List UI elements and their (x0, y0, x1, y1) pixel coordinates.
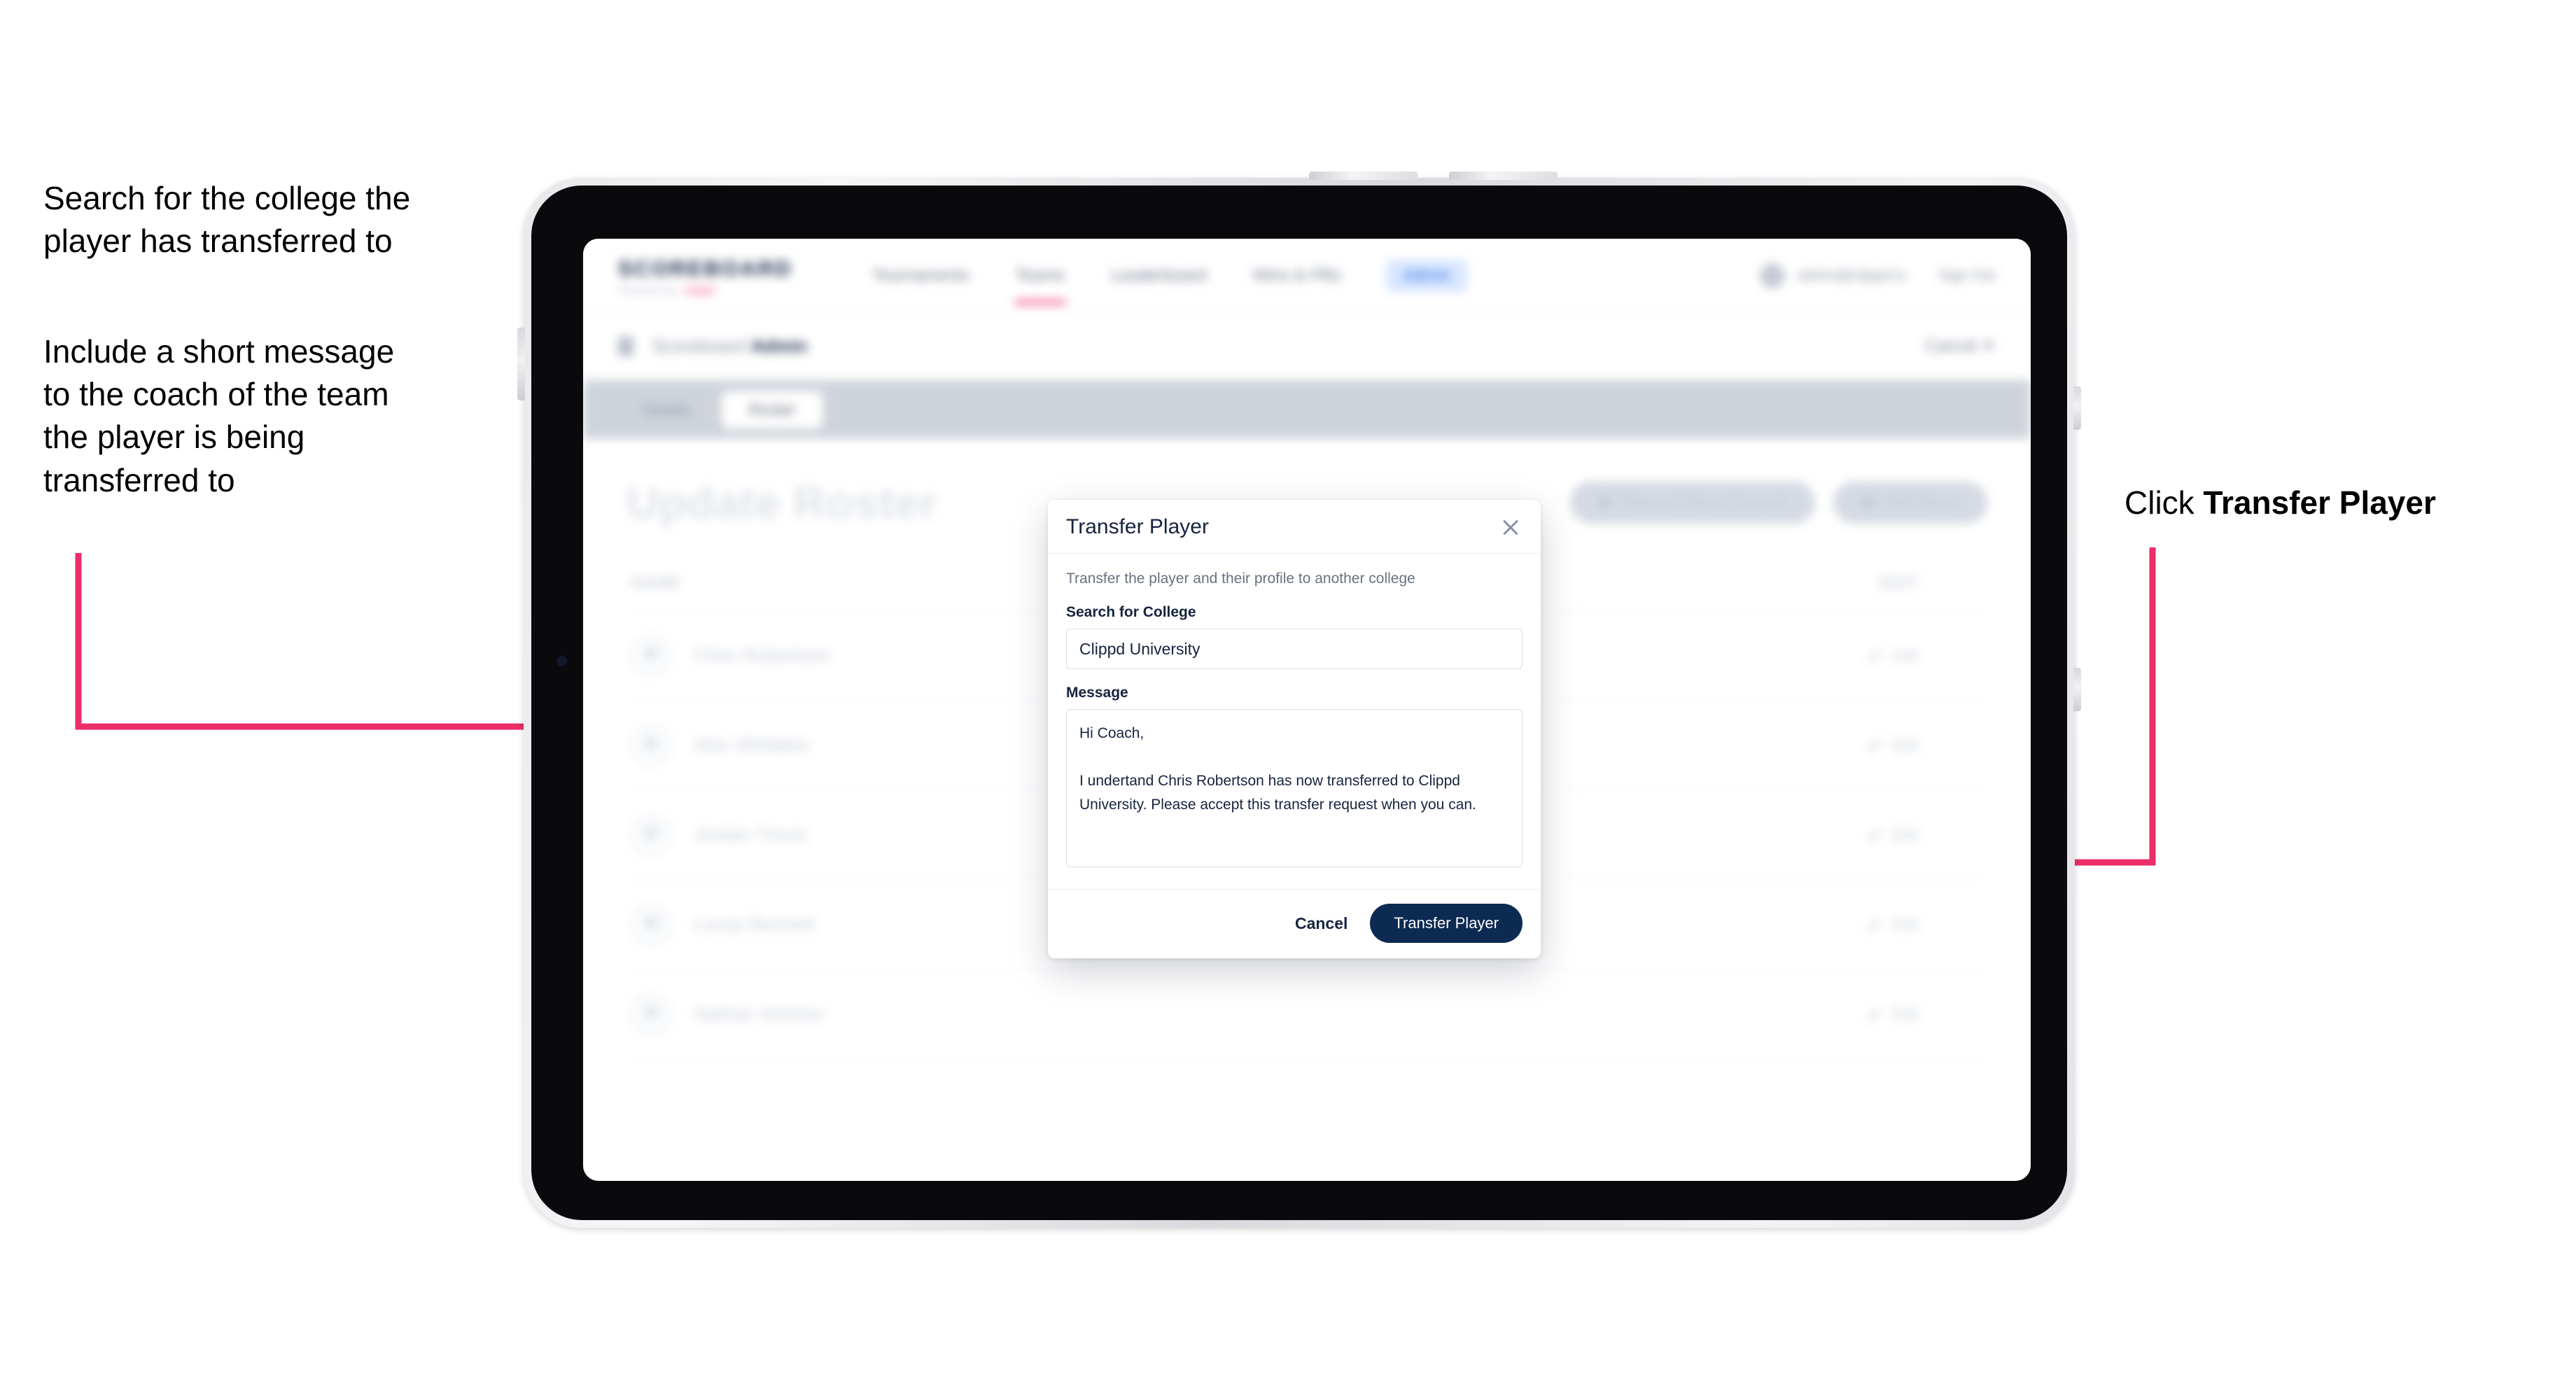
player-name: Jordan Travis (694, 824, 808, 845)
page-footer: Save Roster Updates (626, 1059, 1987, 1181)
edit-label: Edit (1892, 915, 1919, 933)
edit-player-button[interactable]: Edit (1867, 1005, 1983, 1023)
edit-player-button[interactable]: Edit (1867, 916, 1983, 934)
avatar (631, 635, 671, 676)
edit-player-button[interactable]: Edit (1867, 826, 1983, 844)
tab-details[interactable]: Details (615, 391, 718, 428)
avatar[interactable] (1759, 262, 1785, 288)
player-name: Lucas Bennett (694, 913, 815, 934)
dialog-description: Transfer the player and their profile to… (1066, 570, 1415, 587)
pencil-icon (1868, 918, 1881, 930)
breadcrumb-current: Admin (750, 335, 808, 356)
close-icon: ✕ (1981, 337, 1996, 356)
dialog-footer: Cancel Transfer Player (1048, 889, 1541, 958)
send-icon (1597, 496, 1611, 509)
dialog-body: Transfer the player and their profile to… (1048, 554, 1541, 889)
breadcrumb-cancel-label: Cancel (1924, 337, 1977, 356)
brand-powered-by: Powered by (618, 284, 678, 295)
annotation-search-college: Search for the college the player has tr… (43, 180, 411, 260)
cancel-button[interactable]: Cancel (1291, 909, 1352, 939)
annotation-click-transfer: Click Transfer Player (2124, 482, 2558, 524)
sign-out-link[interactable]: Sign Out (1938, 267, 1996, 284)
avatar (631, 724, 671, 766)
page-title: Update Roster (626, 477, 937, 528)
edit-label: Edit (1892, 646, 1919, 664)
avatar (631, 993, 671, 1035)
player-name: Chris Robertson (694, 645, 831, 666)
device-right-button-2[interactable] (2073, 668, 2081, 711)
avatar (631, 904, 671, 945)
edit-label: Edit (1892, 736, 1919, 754)
nav-item-wins-pbs[interactable]: Wins & PBs (1251, 262, 1343, 290)
edit-player-button[interactable]: Edit (1867, 647, 1983, 665)
annotation-click-bold: Transfer Player (2203, 484, 2436, 521)
breadcrumb-cancel-button[interactable]: Cancel ✕ (1925, 336, 1996, 356)
edit-label: Edit (1892, 1004, 1919, 1023)
message-textarea[interactable]: Hi Coach, I undertand Chris Robertson ha… (1066, 709, 1522, 867)
transfer-player-button[interactable]: Transfer Player (1370, 904, 1522, 943)
breadcrumb: Scoreboard Admin (652, 335, 808, 357)
top-nav-items: Tournaments Teams Leaderboard Wins & PBs… (871, 259, 1468, 304)
nav-item-tournaments[interactable]: Tournaments (871, 262, 971, 290)
top-navigation-bar: SCOREBOARD Powered by clippd Tournaments… (583, 239, 2031, 313)
brand-wordmark: SCOREBOARD (618, 255, 792, 281)
player-name: Alex Whitaker (694, 734, 811, 755)
nav-item-admin[interactable]: Admin (1386, 259, 1468, 292)
edit-label: Edit (1892, 825, 1919, 844)
search-college-input[interactable] (1066, 629, 1522, 669)
dialog-header: Transfer Player (1048, 500, 1541, 554)
add-player-button[interactable]: Add Player (1833, 482, 1987, 524)
device-top-button-1[interactable] (1309, 172, 1418, 180)
screenshot-stage: Search for the college the player has tr… (0, 0, 2576, 1386)
brand-logo[interactable]: SCOREBOARD Powered by clippd (618, 256, 792, 295)
request-player-consent-button[interactable]: Request Player Consent (1569, 482, 1816, 524)
player-name: Nathan Holmes (694, 1003, 825, 1024)
top-nav-user-area: admin@clippd.io Sign Out (1759, 262, 1996, 288)
request-player-consent-label: Request Player Consent (1620, 493, 1788, 511)
edit-player-button[interactable]: Edit (1867, 736, 1983, 755)
annotation-include-message: Include a short message to the coach of … (43, 333, 395, 498)
breadcrumb-prefix: Scoreboard (652, 335, 751, 356)
add-player-label: Add Player (1884, 493, 1959, 511)
dialog-title: Transfer Player (1066, 515, 1209, 538)
pencil-icon (1868, 650, 1881, 662)
annotation-click-prefix: Click (2124, 484, 2204, 521)
nav-item-teams[interactable]: Teams (1014, 262, 1067, 304)
tab-roster[interactable]: Roster (722, 391, 823, 428)
transfer-player-dialog: Transfer Player Transfer the player and … (1048, 500, 1541, 958)
brand-clippd-mark: clippd (683, 284, 715, 295)
page-header-actions: Request Player Consent Add Player (1569, 482, 1987, 524)
brand-subline: Powered by clippd (618, 285, 792, 295)
close-icon[interactable] (1499, 515, 1522, 539)
device-volume-button[interactable] (517, 328, 525, 400)
avatar (631, 814, 671, 855)
column-header-edit: EDIT (1879, 573, 1919, 592)
column-header-name: NAME (631, 573, 681, 592)
nav-item-leaderboard[interactable]: Leaderboard (1110, 262, 1208, 290)
device-right-button-1[interactable] (2073, 386, 2081, 430)
plus-icon (1861, 496, 1875, 509)
message-label: Message (1066, 685, 1128, 701)
front-camera-icon (556, 656, 567, 666)
search-college-label: Search for College (1066, 604, 1196, 620)
user-email: admin@clippd.io (1797, 267, 1907, 284)
tab-bar: Details Roster (583, 380, 2031, 439)
pencil-icon (1868, 829, 1881, 841)
trophy-icon (618, 336, 634, 356)
device-top-button-2[interactable] (1449, 172, 1558, 180)
table-row[interactable]: Nathan Holmes Edit (626, 969, 1987, 1059)
pencil-icon (1868, 739, 1881, 751)
breadcrumb-bar: Scoreboard Admin Cancel ✕ (583, 313, 2031, 380)
pencil-icon (1868, 1008, 1881, 1020)
